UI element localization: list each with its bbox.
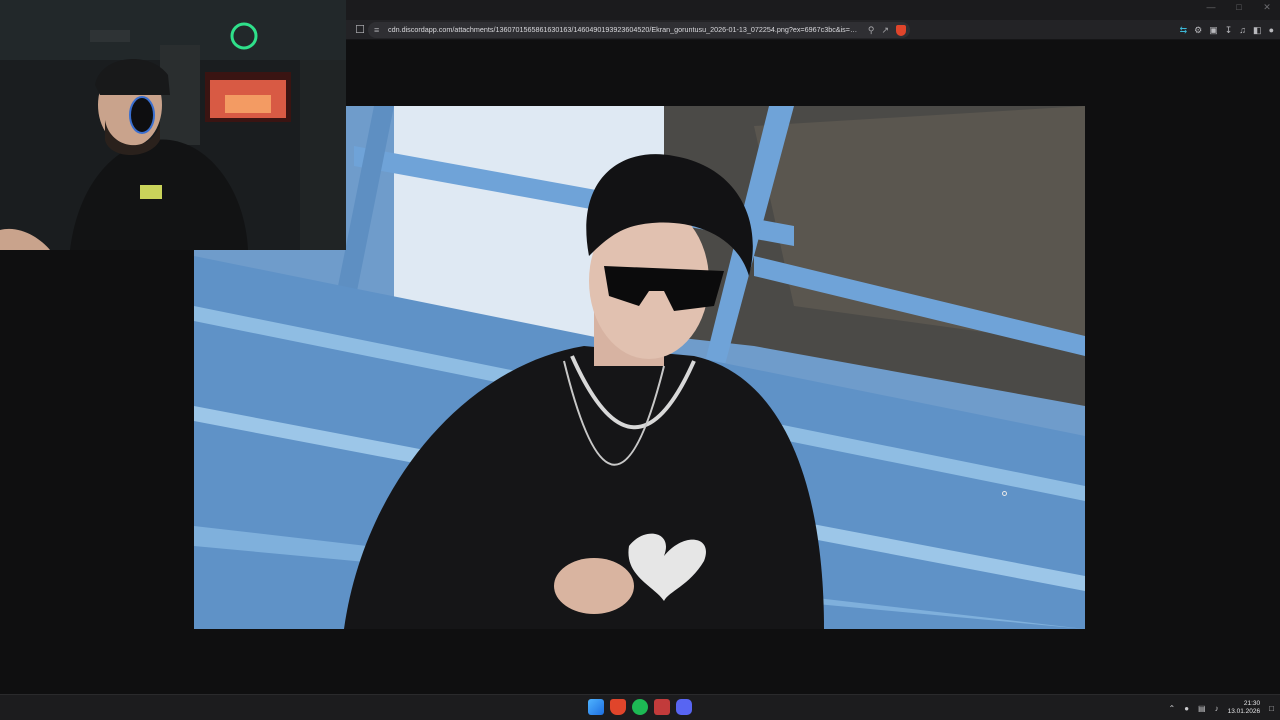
webcam-feed xyxy=(0,0,346,250)
search-icon[interactable]: ⚲ xyxy=(868,25,875,36)
window-controls: — □ ✕ xyxy=(1204,2,1274,13)
mouse-cursor xyxy=(1002,491,1007,496)
system-tray: ⌃ ● ▤ ♪ 21:30 13.01.2026 □ xyxy=(1169,695,1275,720)
url-text[interactable]: cdn.discordapp.com/attachments/136070156… xyxy=(388,22,858,38)
maximize-button[interactable]: □ xyxy=(1232,2,1246,13)
chevron-up-icon[interactable]: ⌃ xyxy=(1169,704,1176,713)
address-bar-actions: ⚲ ↗ xyxy=(868,22,906,38)
taskbar: ⌃ ● ▤ ♪ 21:30 13.01.2026 □ xyxy=(0,694,1280,720)
share-icon[interactable]: ↗ xyxy=(881,25,889,36)
start-icon[interactable] xyxy=(588,699,604,715)
music-icon[interactable]: ♫ xyxy=(1239,25,1246,35)
wallet-icon[interactable]: ▣ xyxy=(1209,25,1218,36)
screen: — □ ✕ ☐ ≡ cdn.discordapp.com/attachments… xyxy=(0,0,1280,720)
sidebar-icon[interactable]: ◧ xyxy=(1253,25,1262,36)
taskbar-apps xyxy=(588,699,692,715)
media-app-icon[interactable] xyxy=(654,699,670,715)
brave-icon[interactable] xyxy=(610,699,626,715)
discord-icon[interactable] xyxy=(676,699,692,715)
tune-icon[interactable]: ≡ xyxy=(374,23,379,37)
spotify-icon[interactable] xyxy=(632,699,648,715)
puzzle-icon[interactable]: ⚙ xyxy=(1194,25,1202,36)
notification-icon[interactable]: □ xyxy=(1269,704,1274,713)
brave-shield-icon[interactable] xyxy=(896,24,906,36)
translate-icon[interactable]: ⇆ xyxy=(1180,25,1188,36)
close-button[interactable]: ✕ xyxy=(1260,2,1274,13)
volume-icon[interactable]: ♪ xyxy=(1215,704,1219,713)
bookmark-icon[interactable]: ☐ xyxy=(354,23,366,37)
network-icon[interactable]: ▤ xyxy=(1198,704,1206,713)
clock[interactable]: 21:30 13.01.2026 xyxy=(1228,700,1261,716)
download-icon[interactable]: ↧ xyxy=(1225,25,1233,36)
webcam-overlay xyxy=(0,0,346,250)
microphone-icon[interactable]: ● xyxy=(1184,704,1189,713)
minimize-button[interactable]: — xyxy=(1204,2,1218,13)
browser-right-tools: ⇆ ⚙ ▣ ↧ ♫ ◧ ● xyxy=(1180,22,1274,38)
address-bar[interactable]: ≡ cdn.discordapp.com/attachments/1360701… xyxy=(368,22,910,38)
clock-time: 21:30 xyxy=(1243,700,1261,707)
person-icon[interactable]: ● xyxy=(1269,25,1274,35)
clock-date: 13.01.2026 xyxy=(1227,708,1261,715)
